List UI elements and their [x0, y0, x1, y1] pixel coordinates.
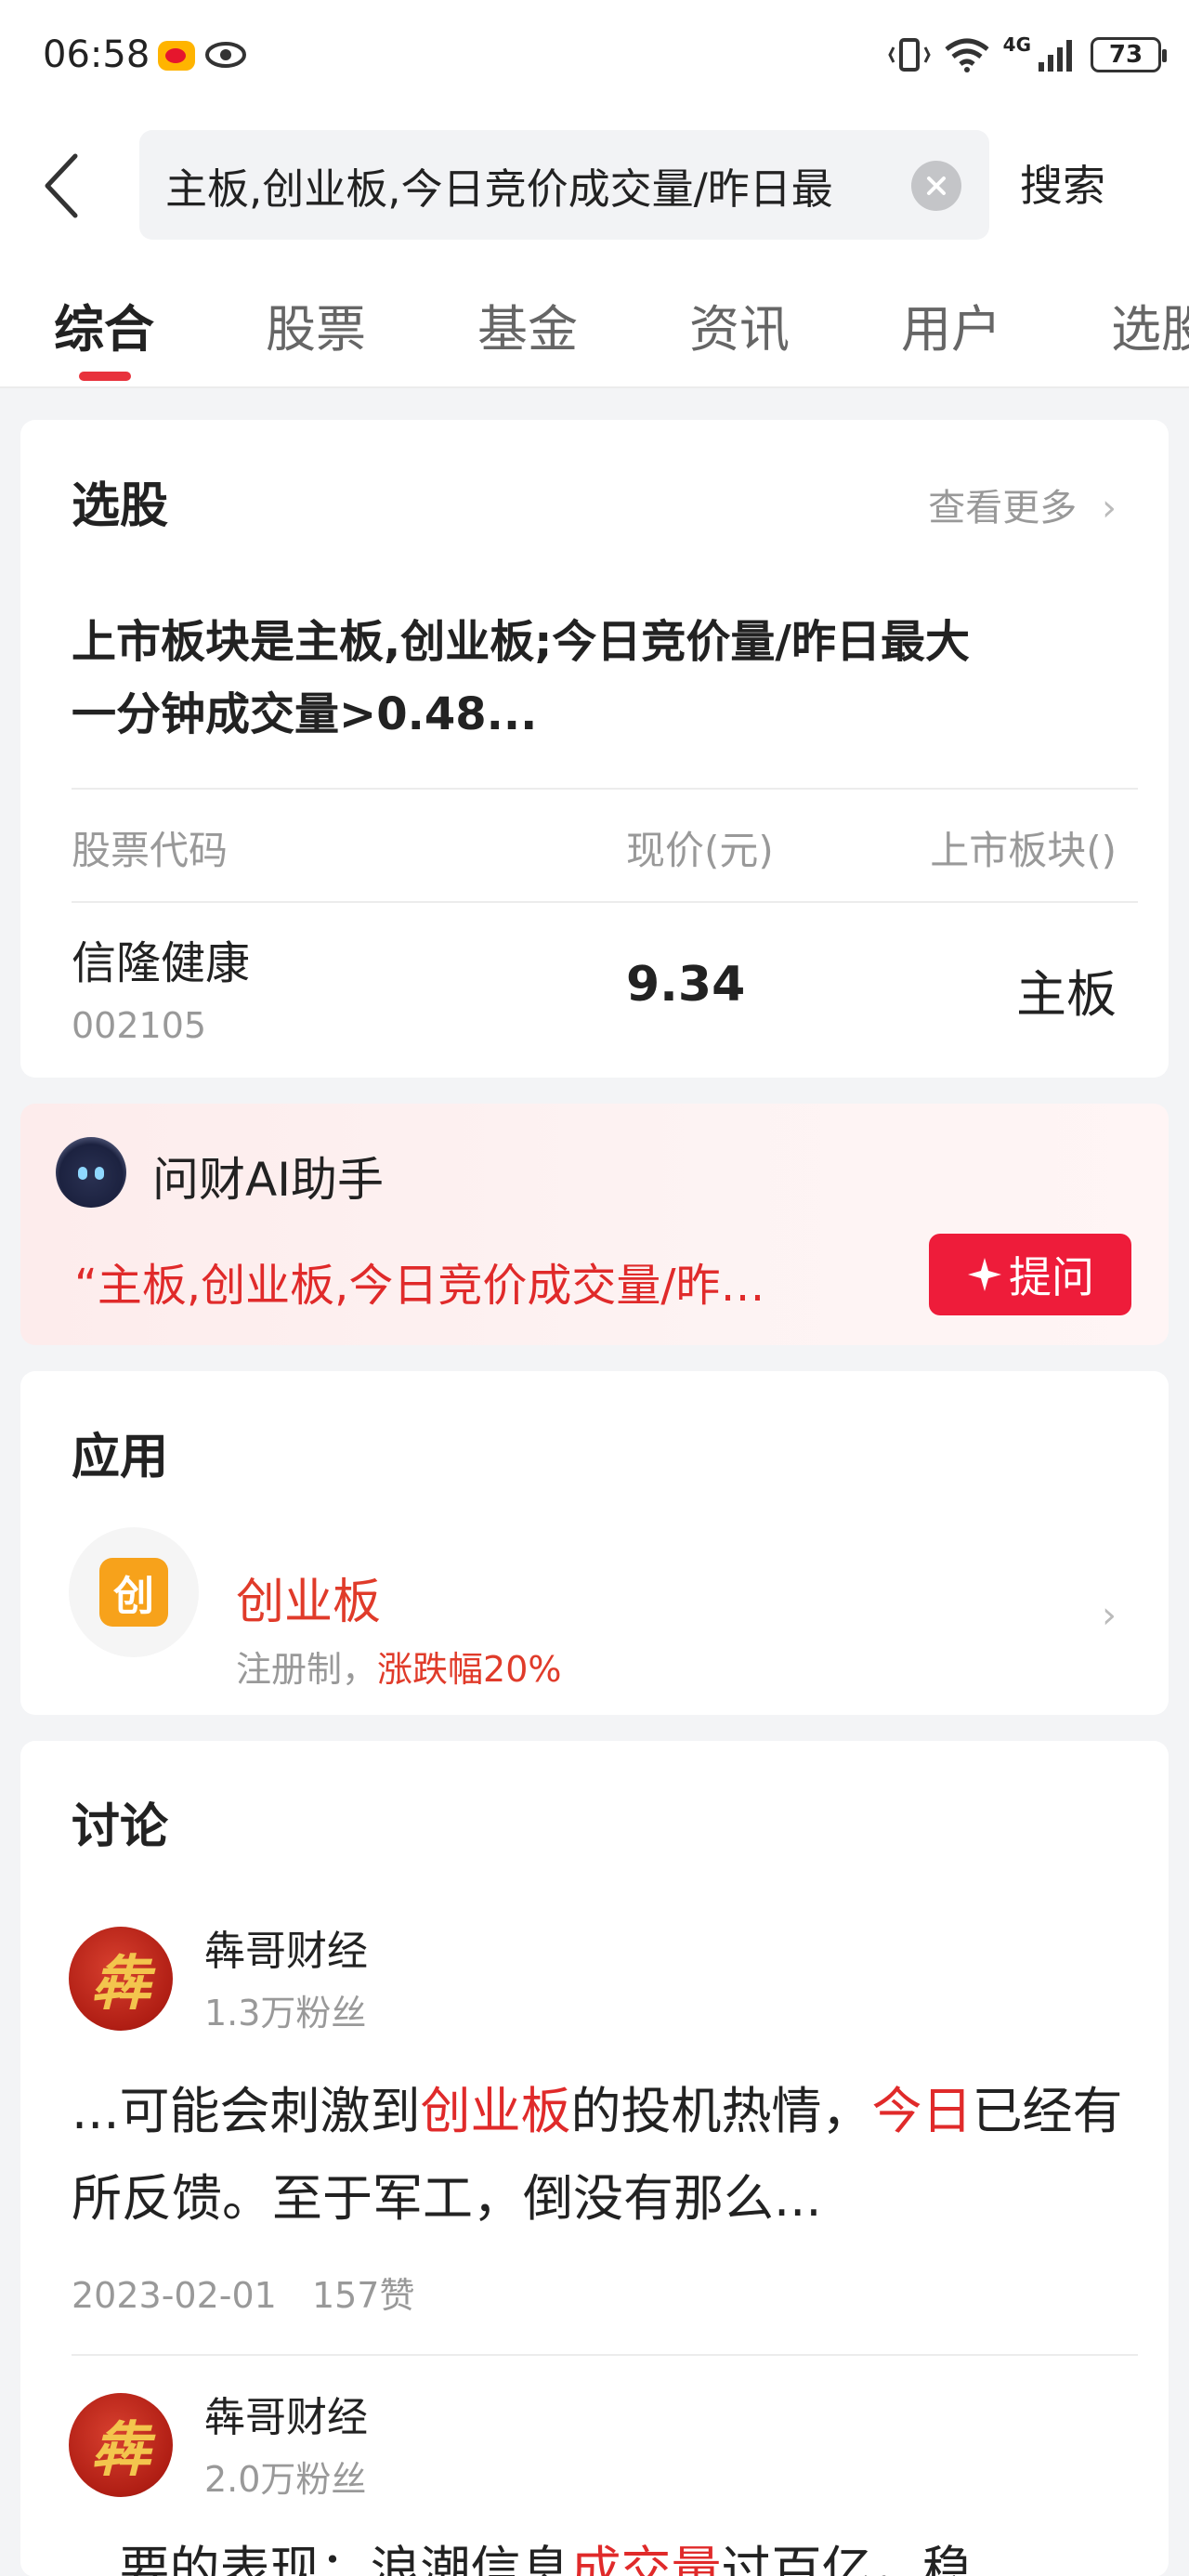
app-description: 注册制，涨跌幅20%	[236, 1641, 561, 1692]
weibo-icon	[158, 41, 195, 71]
stock-query-text[interactable]: 上市板块是主板,创业板;今日竞价量/昨日最大一分钟成交量>0.48...	[72, 606, 1000, 751]
post-likes: 157赞	[311, 2275, 415, 2316]
tab-stocks[interactable]: 股票	[266, 288, 366, 361]
stock-picker-title: 选股	[72, 478, 169, 534]
apps-title: 应用	[72, 1430, 169, 1485]
signal-icon	[1039, 40, 1072, 72]
post-date: 2023-02-01	[72, 2275, 277, 2316]
divider	[72, 901, 1138, 903]
post-text: ...要的表现：浪潮信息	[72, 2541, 571, 2576]
stock-name: 信隆健康	[72, 937, 251, 989]
tab-general[interactable]: 综合	[54, 288, 154, 361]
clear-search-button[interactable]	[911, 161, 961, 211]
discussion-card: 讨论 犇 犇哥财经 1.3万粉丝 ...可能会刺激到创业板的投机热情，今日已经有…	[20, 1741, 1169, 2576]
view-more-link[interactable]: 查看更多 ›	[928, 477, 1117, 531]
column-header-board: 上市板块()	[930, 828, 1117, 873]
tab-news[interactable]: 资讯	[689, 288, 790, 361]
chevron-left-icon	[45, 153, 78, 218]
wifi-icon	[945, 38, 989, 72]
post-meta: 2023-02-01 157赞	[72, 2267, 414, 2318]
stock-price: 9.34	[626, 957, 746, 1013]
tab-stock-picker[interactable]: 选股	[1111, 288, 1189, 361]
app-desc-text: 注册制，	[236, 1649, 378, 1690]
tab-funds[interactable]: 基金	[477, 288, 578, 361]
column-header-price: 现价(元)	[626, 828, 774, 873]
post-followers: 2.0万粉丝	[204, 2459, 367, 2500]
post-text: 的投机热情，	[570, 2082, 872, 2140]
stock-picker-card: 选股 查看更多 › 上市板块是主板,创业板;今日竞价量/昨日最大一分钟成交量>0…	[20, 420, 1169, 1078]
post-keyword: 今日	[871, 2082, 973, 2140]
post-text: ...可能会刺激到	[72, 2082, 421, 2140]
divider	[72, 2354, 1138, 2356]
stock-code: 002105	[72, 1005, 207, 1046]
avatar[interactable]: 犇	[69, 2393, 173, 2497]
stock-board: 主板	[1016, 965, 1117, 1024]
chevron-right-icon: ›	[1102, 1594, 1117, 1637]
category-tabs: 综合 股票 基金 资讯 用户 选股	[0, 260, 1189, 388]
sparkle-icon	[968, 1258, 1001, 1291]
robot-avatar-icon	[56, 1137, 126, 1208]
status-time: 06:58	[43, 33, 150, 76]
ask-button[interactable]: 提问	[929, 1234, 1131, 1315]
post-body: ...要的表现：浪潮信息成交量过百亿，稳	[72, 2527, 1130, 2576]
eye-icon	[205, 42, 246, 68]
back-button[interactable]	[28, 144, 93, 228]
app-icon-wrap: 创	[69, 1527, 199, 1657]
chevron-right-icon: ›	[1102, 487, 1117, 530]
chinext-app-icon: 创	[99, 1558, 168, 1627]
search-submit-button[interactable]: 搜索	[1020, 149, 1105, 223]
discussion-title: 讨论	[72, 1799, 169, 1855]
post-username[interactable]: 犇哥财经	[204, 1917, 368, 1977]
ask-button-label: 提问	[1009, 1252, 1094, 1302]
post-text: 过百亿，稳	[721, 2541, 973, 2576]
battery-level: 73	[1108, 41, 1143, 69]
tab-users[interactable]: 用户	[901, 288, 1001, 361]
app-name: 创业板	[236, 1575, 382, 1630]
divider	[72, 788, 1138, 790]
view-more-label: 查看更多	[928, 487, 1078, 530]
search-input[interactable]	[165, 130, 899, 240]
post-keyword: 创业板	[420, 2082, 571, 2140]
post-followers: 1.3万粉丝	[204, 1993, 367, 2033]
ai-assistant-card[interactable]: 问财AI助手 “主板,创业板,今日竞价成交量/昨… 提问	[20, 1104, 1169, 1345]
search-box[interactable]	[139, 130, 989, 240]
app-desc-highlight: 涨跌幅20%	[377, 1649, 562, 1690]
network-type: 4G	[1002, 33, 1031, 56]
post-body: ...可能会刺激到创业板的投机热情，今日已经有所反馈。至于军工，倒没有那么...	[72, 2068, 1130, 2243]
post-username[interactable]: 犇哥财经	[204, 2384, 368, 2443]
battery-icon: 73	[1091, 37, 1167, 72]
ai-question-preview[interactable]: “主板,创业板,今日竞价成交量/昨…	[74, 1249, 892, 1314]
close-icon	[927, 177, 946, 195]
status-icons: 4G 73	[887, 33, 1167, 76]
active-tab-indicator	[79, 372, 131, 381]
avatar[interactable]: 犇	[69, 1927, 173, 2031]
ai-assistant-title: 问财AI助手	[152, 1153, 384, 1207]
column-header-code: 股票代码	[72, 828, 229, 873]
apps-card: 应用 创 创业板 注册制，涨跌幅20% ›	[20, 1371, 1169, 1715]
post-keyword: 成交量	[570, 2541, 722, 2576]
status-bar: 06:58 4G 73	[0, 0, 1189, 111]
vibrate-icon	[887, 38, 931, 72]
